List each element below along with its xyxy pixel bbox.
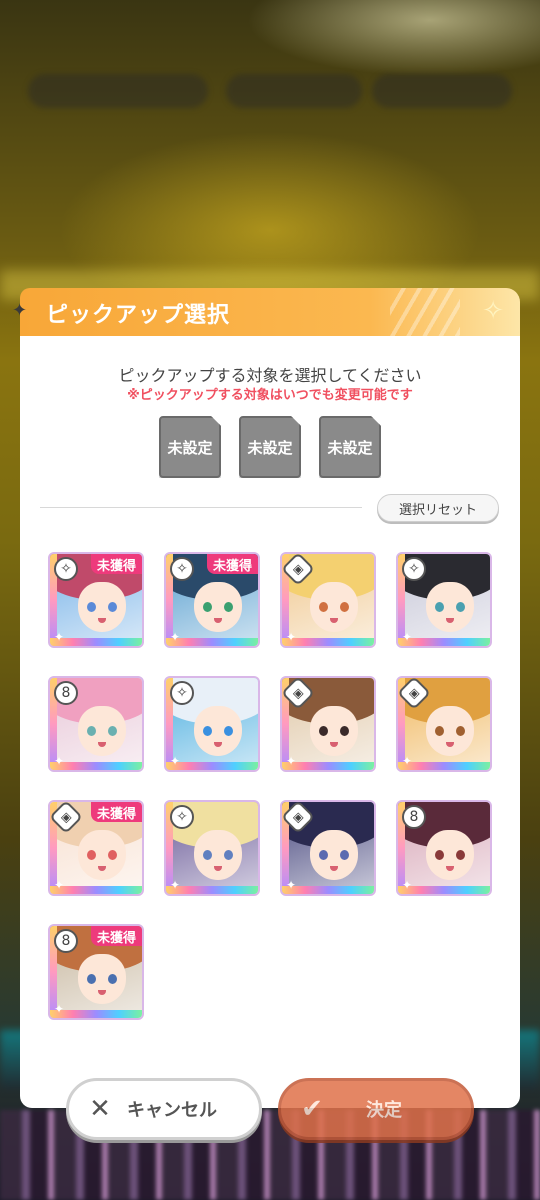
character-card[interactable]: ✦ ✧ bbox=[164, 676, 260, 772]
mysterious-icon: 8 bbox=[54, 929, 78, 953]
character-card[interactable]: ✦ ✧ bbox=[164, 800, 260, 896]
character-card[interactable]: ✦ 8 未獲得 bbox=[48, 924, 144, 1020]
dialog-title: ピックアップ選択 bbox=[46, 303, 231, 328]
not-obtained-badge: 未獲得 bbox=[206, 554, 258, 574]
hud-blurred-bar-left bbox=[28, 74, 208, 108]
hud-blurred-currency-1 bbox=[226, 74, 362, 108]
header-decoration bbox=[390, 288, 460, 336]
character-card[interactable]: ✦ ✧ 未獲得 bbox=[164, 552, 260, 648]
close-icon: ✕ bbox=[89, 1094, 111, 1124]
sparkle-icon: ✧ bbox=[54, 557, 78, 581]
cancel-button-label: キャンセル bbox=[127, 1100, 217, 1121]
character-card[interactable]: ✦ 8 bbox=[396, 800, 492, 896]
sparkle-icon: ✧ bbox=[402, 557, 426, 581]
character-card[interactable]: ✦ ✧ 未獲得 bbox=[48, 552, 144, 648]
character-card[interactable]: ✦ ◈ bbox=[396, 676, 492, 772]
note-text: ※ピックアップする対象はいつでも変更可能です bbox=[127, 388, 413, 403]
divider bbox=[40, 507, 362, 508]
hud-blurred-currency-2 bbox=[372, 74, 512, 108]
reset-selection-button[interactable]: 選択リセット bbox=[377, 494, 499, 522]
instruction-text: ピックアップする対象を選択してください bbox=[118, 366, 422, 385]
pickup-slot-2[interactable]: 未設定 bbox=[239, 416, 301, 478]
character-card[interactable]: ✦ ◈ bbox=[280, 552, 376, 648]
character-card[interactable]: ✦ ✧ bbox=[396, 552, 492, 648]
character-card[interactable]: ✦ 8 bbox=[48, 676, 144, 772]
check-icon: ✔ bbox=[301, 1094, 323, 1124]
cancel-button[interactable]: ✕ キャンセル bbox=[66, 1078, 262, 1140]
sparkle-icon: ✧ bbox=[170, 805, 194, 829]
not-obtained-badge: 未獲得 bbox=[90, 926, 142, 946]
sparkle-icon: ✧ bbox=[170, 557, 194, 581]
mysterious-icon: 8 bbox=[54, 681, 78, 705]
star-icon: ✦ bbox=[12, 300, 28, 321]
not-obtained-badge: 未獲得 bbox=[90, 802, 142, 822]
confirm-button-label: 決定 bbox=[366, 1100, 402, 1121]
confirm-button[interactable]: ✔ 決定 bbox=[278, 1078, 474, 1140]
dialog-header: ✦ ピックアップ選択 ✧ bbox=[12, 288, 520, 336]
sparkle-icon: ✧ bbox=[482, 296, 504, 326]
character-card[interactable]: ✦ ◈ bbox=[280, 676, 376, 772]
not-obtained-badge: 未獲得 bbox=[90, 554, 142, 574]
pickup-slot-1[interactable]: 未設定 bbox=[159, 416, 221, 478]
mysterious-icon: 8 bbox=[402, 805, 426, 829]
sparkle-icon: ✧ bbox=[170, 681, 194, 705]
character-card[interactable]: ✦ ◈ 未獲得 bbox=[48, 800, 144, 896]
character-card[interactable]: ✦ ◈ bbox=[280, 800, 376, 896]
pickup-slot-3[interactable]: 未設定 bbox=[319, 416, 381, 478]
